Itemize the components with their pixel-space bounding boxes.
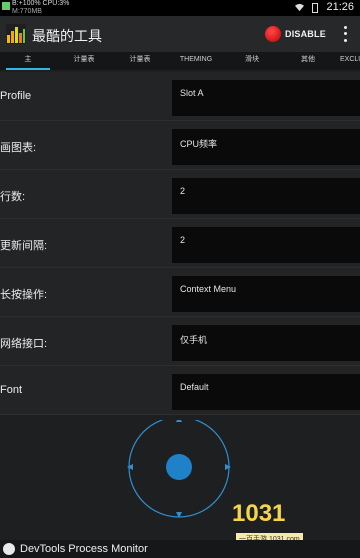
- tab-gauges-2[interactable]: 计量表: [112, 52, 168, 70]
- app-title: 最酷的工具: [32, 28, 102, 44]
- setting-label: 更新间隔:: [0, 240, 48, 252]
- tab-exclusive[interactable]: EXCLUSI: [336, 52, 360, 70]
- tab-sliders[interactable]: 滑块: [224, 52, 280, 70]
- status-cpu-mem: B:+100% CPU:3% M:770MB: [12, 0, 69, 16]
- joystick-control[interactable]: [125, 420, 233, 520]
- wifi-icon: [295, 3, 304, 12]
- setting-dropdown[interactable]: 2: [172, 178, 360, 214]
- app-chart-icon[interactable]: [6, 24, 26, 44]
- setting-label: 长按操作:: [0, 289, 48, 301]
- setting-row-update-interval[interactable]: 更新间隔: 2: [0, 219, 360, 268]
- settings-list: Profile Slot A 画图表: CPU频率 行数: 2 更新间隔: 2 …: [0, 72, 360, 415]
- setting-dropdown[interactable]: Context Menu: [172, 276, 360, 312]
- bottom-bar: DevTools Process Monitor: [0, 540, 360, 558]
- setting-dropdown[interactable]: 2: [172, 227, 360, 263]
- setting-value: Context Menu: [180, 284, 237, 294]
- overflow-menu-icon[interactable]: [336, 24, 354, 44]
- setting-label: 画图表:: [0, 142, 37, 154]
- disable-button[interactable]: DISABLE: [265, 24, 326, 44]
- setting-dropdown[interactable]: 仅手机: [172, 325, 360, 361]
- notification-icon: [2, 2, 10, 10]
- setting-dropdown[interactable]: Default: [172, 374, 360, 410]
- tab-theming[interactable]: THEMING: [168, 52, 224, 70]
- setting-value: 2: [180, 186, 186, 196]
- setting-label: 行数:: [0, 191, 26, 203]
- setting-value: 2: [180, 235, 186, 245]
- tab-main[interactable]: 主: [0, 52, 56, 70]
- action-bar: 最酷的工具 DISABLE: [0, 16, 360, 52]
- tab-other[interactable]: 其他: [280, 52, 336, 70]
- process-monitor-icon[interactable]: [3, 543, 15, 555]
- setting-row-font[interactable]: Font Default: [0, 366, 360, 415]
- clock: 21:26: [326, 1, 354, 13]
- battery-icon: [312, 3, 318, 13]
- setting-row-rows[interactable]: 行数: 2: [0, 170, 360, 219]
- record-icon: [265, 26, 281, 42]
- setting-row-long-press[interactable]: 长按操作: Context Menu: [0, 268, 360, 317]
- setting-value: Default: [180, 382, 209, 392]
- joystick-knob: [166, 454, 192, 480]
- joystick-arrow-right: [225, 464, 231, 470]
- setting-label: Profile: [0, 90, 32, 102]
- setting-value: 仅手机: [180, 335, 208, 345]
- status-bar: B:+100% CPU:3% M:770MB 21:26: [0, 0, 360, 16]
- bottom-title: DevTools Process Monitor: [20, 543, 148, 555]
- disable-label: DISABLE: [285, 29, 326, 39]
- setting-value: CPU频率: [180, 139, 218, 149]
- setting-value: Slot A: [180, 88, 204, 98]
- setting-dropdown[interactable]: CPU频率: [172, 129, 360, 165]
- setting-row-network[interactable]: 网络接口: 仅手机: [0, 317, 360, 366]
- setting-row-chart[interactable]: 画图表: CPU频率: [0, 121, 360, 170]
- tab-gauges-1[interactable]: 计量表: [56, 52, 112, 70]
- memory-readout: M:770MB: [12, 8, 42, 15]
- setting-row-profile[interactable]: Profile Slot A: [0, 72, 360, 121]
- setting-label: 网络接口:: [0, 338, 48, 350]
- setting-dropdown[interactable]: Slot A: [172, 80, 360, 116]
- joystick-arrow-left: [127, 464, 133, 470]
- setting-label: Font: [0, 384, 23, 396]
- tab-bar: 主 计量表 计量表 THEMING 滑块 其他 EXCLUSI: [0, 52, 360, 70]
- watermark-text: 1031: [232, 500, 286, 527]
- cpu-readout: B:+100% CPU:3%: [12, 0, 70, 7]
- joystick-arrow-up: [176, 420, 182, 422]
